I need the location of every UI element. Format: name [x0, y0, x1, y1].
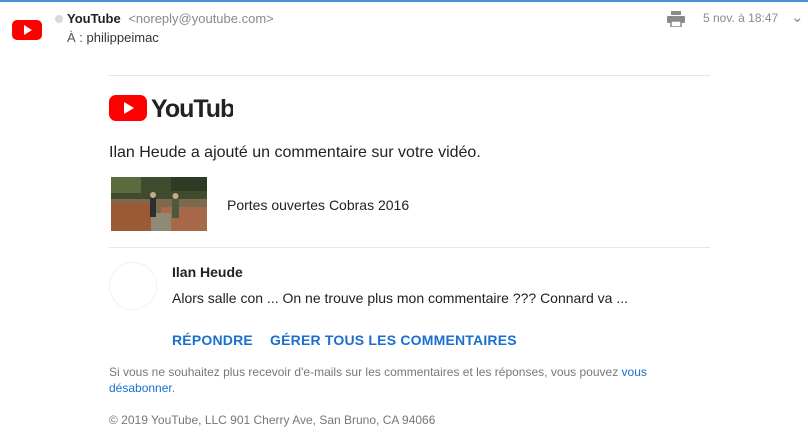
youtube-wordmark: YouTube — [151, 95, 233, 122]
to-label: À : — [67, 30, 83, 45]
manage-comments-button[interactable]: GÉRER TOUS LES COMMENTAIRES — [270, 332, 517, 348]
chevron-down-icon[interactable]: ⌄ — [791, 8, 804, 26]
unsubscribe-notice: Si vous ne souhaitez plus recevoir d'e-m… — [109, 364, 669, 396]
to-value[interactable]: philippeimac — [87, 30, 159, 45]
sender-avatar-youtube-icon — [12, 20, 42, 40]
notification-headline: Ilan Heude a ajouté un commentaire sur v… — [109, 144, 481, 161]
video-thumbnail[interactable] — [111, 177, 207, 231]
youtube-logo[interactable]: YouTube — [109, 94, 233, 122]
reply-button[interactable]: RÉPONDRE — [172, 332, 253, 348]
top-accent-line — [0, 0, 808, 2]
recipient: À : philippeimac — [67, 30, 159, 45]
unsubscribe-text: Si vous ne souhaitez plus recevoir d'e-m… — [109, 365, 619, 379]
copyright: © 2019 YouTube, LLC 901 Cherry Ave, San … — [109, 413, 436, 427]
email-date: 5 nov. à 18:47 — [703, 11, 779, 25]
divider — [109, 75, 710, 76]
unsubscribe-suffix: . — [171, 381, 176, 395]
sender-email[interactable]: <noreply@youtube.com> — [128, 11, 273, 26]
video-title[interactable]: Portes ouvertes Cobras 2016 — [227, 197, 409, 213]
unread-dot — [55, 15, 63, 23]
divider — [109, 247, 710, 248]
print-icon[interactable] — [667, 11, 685, 28]
commenter-avatar[interactable] — [110, 263, 156, 309]
comment-author: Ilan Heude — [172, 264, 243, 280]
comment-text: Alors salle con ... On ne trouve plus mo… — [172, 290, 629, 306]
sender-name[interactable]: YouTube — [67, 11, 121, 26]
sender[interactable]: YouTube <noreply@youtube.com> — [67, 11, 274, 26]
